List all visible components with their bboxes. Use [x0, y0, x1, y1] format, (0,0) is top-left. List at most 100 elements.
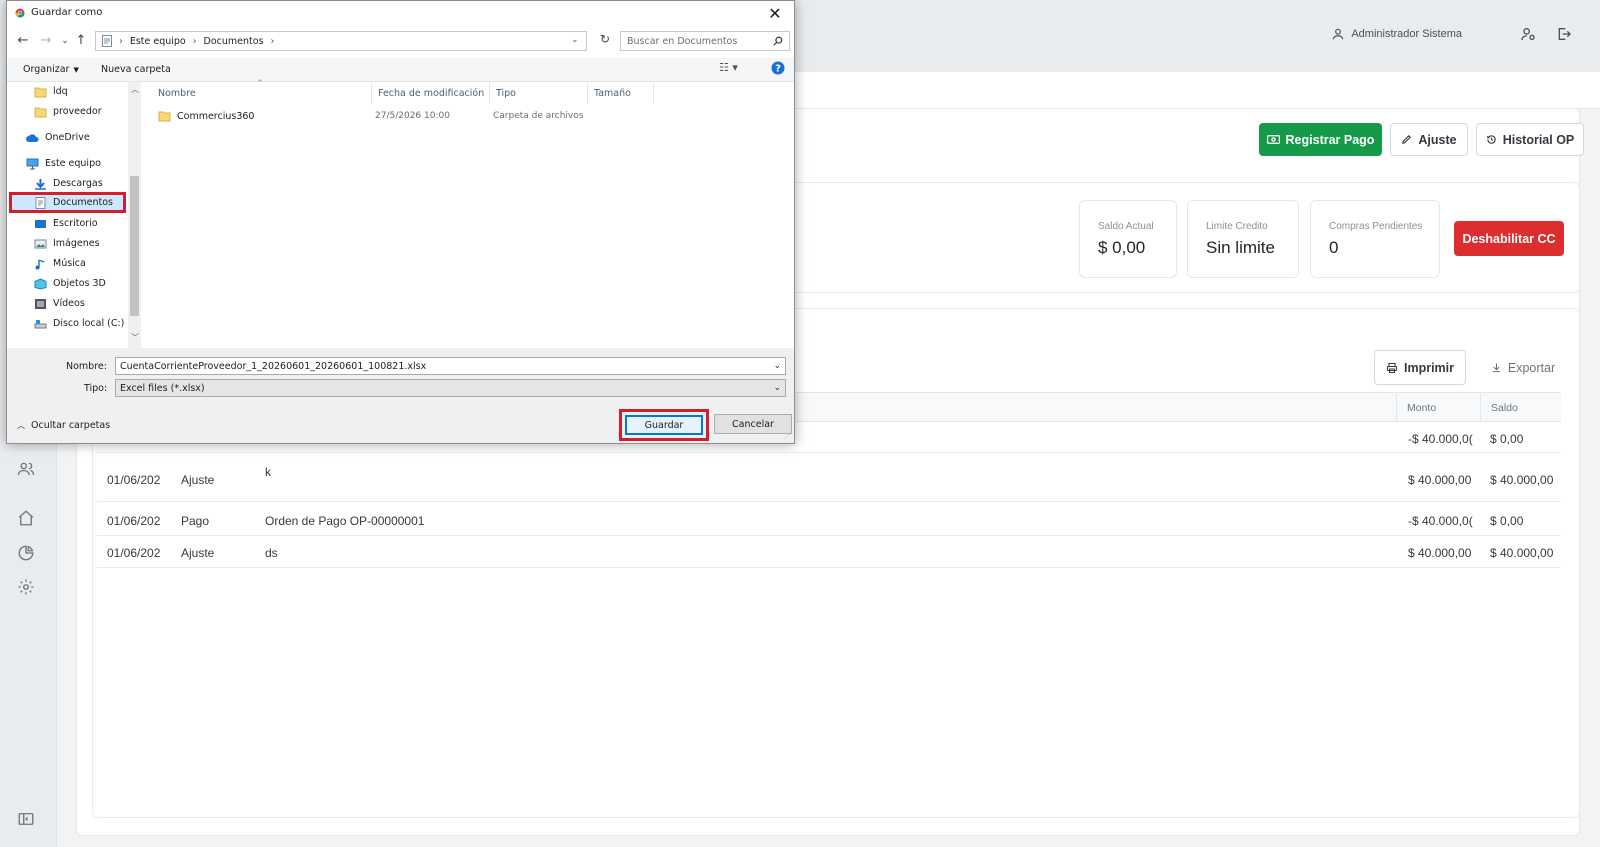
tree-item-downloads[interactable]: Descargas: [7, 174, 125, 193]
forward-arrow-icon[interactable]: →: [38, 33, 54, 49]
filename-label: Nombre:: [66, 361, 107, 372]
document-icon: [35, 196, 46, 209]
breadcrumb-root[interactable]: Este equipo: [130, 36, 186, 47]
tree-item-this-pc[interactable]: Este equipo: [7, 154, 125, 173]
adjust-label: Ajuste: [1418, 132, 1457, 147]
scroll-up-icon[interactable]: ︿: [131, 84, 139, 95]
save-button[interactable]: Guardar: [625, 415, 703, 435]
stat-label: Limite Credito: [1206, 221, 1268, 232]
print-label: Imprimir: [1403, 360, 1454, 375]
organize-menu[interactable]: Organizar ▼: [23, 64, 79, 75]
tree-item-3d-objects[interactable]: Objetos 3D: [7, 274, 125, 293]
row-amount: $ 40.000,00: [1408, 546, 1472, 560]
save-as-dialog: Guardar como ✕ ← → ⌄ ↑ › Este equipo › D…: [6, 0, 795, 444]
chrome-icon: [15, 8, 25, 18]
breadcrumb-separator-icon: ›: [192, 35, 197, 47]
tree-item-local-disk[interactable]: Disco local (C:): [7, 314, 125, 333]
reports-icon[interactable]: [17, 544, 39, 566]
op-history-button[interactable]: Historial OP: [1476, 123, 1584, 156]
scroll-thumb[interactable]: [130, 176, 139, 316]
back-arrow-icon[interactable]: ←: [15, 33, 31, 49]
user-menu[interactable]: Administrador Sistema: [1331, 27, 1462, 41]
address-bar[interactable]: › Este equipo › Documentos ›: [95, 31, 587, 51]
stat-value: $ 0,00: [1098, 238, 1146, 257]
col-name[interactable]: Nombre: [152, 83, 372, 103]
file-row[interactable]: Commercius360 27/5/2026 10:00 Carpeta de…: [153, 107, 653, 125]
col-type[interactable]: Tipo: [490, 83, 588, 103]
tree-item-proveedor[interactable]: proveedor: [7, 102, 125, 121]
row-type: Pago: [181, 514, 210, 528]
hide-folders-toggle[interactable]: ︿ Ocultar carpetas: [17, 420, 110, 431]
organize-label: Organizar: [23, 64, 70, 75]
printer-icon: [1386, 362, 1398, 374]
disable-cc-button[interactable]: Deshabilitar CC: [1454, 221, 1564, 256]
filename-dropdown-chevron-icon[interactable]: ⌄: [773, 361, 785, 371]
computer-icon: [26, 158, 39, 169]
tree-item-label: ldq: [53, 86, 68, 97]
user-settings-icon[interactable]: [1520, 26, 1538, 44]
folder-icon: [34, 87, 47, 97]
user-icon: [1331, 27, 1345, 41]
row-balance: $ 0,00: [1490, 514, 1524, 528]
users-icon[interactable]: [17, 460, 39, 482]
col-size[interactable]: Tamaño: [588, 83, 654, 103]
row-date: 01/06/202: [107, 473, 161, 487]
tree-item-pictures[interactable]: Imágenes: [7, 234, 125, 253]
register-payment-button[interactable]: Registrar Pago: [1259, 123, 1382, 156]
tree-item-ldq[interactable]: ldq: [7, 82, 125, 101]
tree-scrollbar[interactable]: ︿ ﹀: [128, 82, 141, 348]
desktop-icon: [35, 219, 46, 228]
new-folder-button[interactable]: Nueva carpeta: [101, 64, 171, 75]
tree-item-desktop[interactable]: Escritorio: [7, 214, 125, 233]
adjust-button[interactable]: Ajuste: [1390, 123, 1468, 156]
tree-item-documents[interactable]: Documentos: [9, 192, 126, 213]
row-amount: -$ 40.000,0(: [1408, 432, 1473, 446]
up-arrow-icon[interactable]: ↑: [73, 33, 89, 49]
filename-value: CuentaCorrienteProveedor_1_20260601_2026…: [120, 360, 427, 372]
home-icon[interactable]: [17, 509, 39, 531]
tree-item-label: Imágenes: [53, 238, 100, 249]
filename-input[interactable]: CuentaCorrienteProveedor_1_20260601_2026…: [115, 357, 786, 375]
row-divider: [97, 535, 1561, 536]
row-description: k: [265, 465, 271, 479]
view-options-icon[interactable]: ☷ ▾: [719, 61, 738, 74]
tree-item-label: Objetos 3D: [53, 278, 106, 289]
row-date: 01/06/202: [107, 546, 161, 560]
collapse-sidebar-icon[interactable]: [17, 810, 39, 832]
history-icon: [1486, 134, 1497, 145]
resize-grip-icon[interactable]: ⋰: [783, 433, 790, 441]
row-divider: [97, 452, 1561, 453]
col-modified[interactable]: Fecha de modificación: [372, 83, 490, 103]
scroll-down-icon[interactable]: ﹀: [131, 332, 139, 343]
video-icon: [35, 298, 46, 309]
breadcrumb-current[interactable]: Documentos: [204, 36, 264, 47]
file-modified: 27/5/2026 10:00: [375, 111, 450, 121]
tree-item-label: OneDrive: [45, 132, 90, 143]
export-button[interactable]: Exportar: [1477, 350, 1569, 385]
help-icon[interactable]: ?: [771, 61, 785, 75]
dialog-close-button[interactable]: ✕: [766, 5, 784, 23]
download-icon: [35, 178, 46, 190]
row-date: 01/06/202: [107, 514, 161, 528]
stat-label: Saldo Actual: [1098, 221, 1154, 232]
search-input[interactable]: Buscar en Documentos: [620, 31, 790, 51]
address-dropdown-chevron-icon[interactable]: ⌄: [571, 35, 579, 45]
dialog-titlebar: Guardar como: [15, 7, 102, 18]
stat-credit-limit: Limite Credito Sin limite: [1187, 200, 1299, 278]
cancel-button[interactable]: Cancelar: [714, 414, 792, 434]
svg-text:?: ?: [775, 64, 781, 75]
filetype-select[interactable]: Excel files (*.xlsx) ⌄: [115, 379, 786, 397]
tree-item-videos[interactable]: Vídeos: [7, 294, 125, 313]
logout-icon[interactable]: [1556, 26, 1574, 44]
refresh-icon[interactable]: ↻: [597, 32, 613, 50]
recent-locations-chevron-icon[interactable]: ⌄: [57, 33, 73, 49]
pencil-icon: [1401, 134, 1412, 145]
settings-gear-icon[interactable]: [17, 578, 39, 600]
row-amount: -$ 40.000,0(: [1408, 514, 1473, 528]
tree-item-music[interactable]: Música: [7, 254, 125, 273]
stat-label: Compras Pendientes: [1329, 221, 1423, 232]
filetype-dropdown-chevron-icon[interactable]: ⌄: [773, 383, 785, 393]
disk-icon: [34, 319, 47, 328]
print-button[interactable]: Imprimir: [1374, 350, 1466, 385]
tree-item-onedrive[interactable]: OneDrive: [7, 128, 125, 147]
